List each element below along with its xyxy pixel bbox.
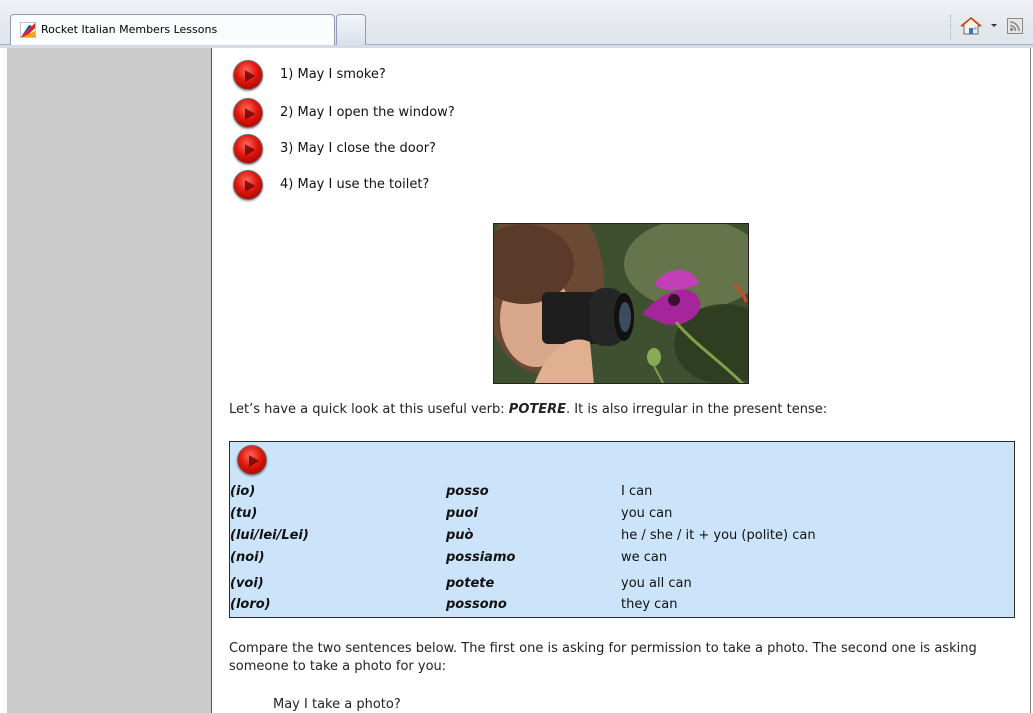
question-text: 3) May I close the door?	[280, 141, 436, 156]
intro-text-before: Let’s have a quick look at this useful v…	[229, 402, 509, 417]
translation: they can	[621, 597, 678, 612]
translation: we can	[621, 550, 668, 565]
verb-potere: POTERE	[508, 402, 567, 417]
new-tab-button[interactable]	[336, 14, 366, 45]
pronoun: (tu)	[230, 506, 258, 521]
tab-rocket-italian[interactable]: Rocket Italian Members Lessons	[10, 14, 335, 45]
question-text: 2) May I open the window?	[280, 105, 455, 120]
verb-form: possiamo	[446, 550, 516, 565]
photo-illustration	[494, 224, 748, 383]
page-left-margin	[0, 48, 7, 713]
question-text: 1) May I smoke?	[280, 67, 386, 82]
play-audio-icon[interactable]	[233, 170, 263, 200]
play-audio-icon[interactable]	[233, 60, 263, 90]
intro-paragraph: Let’s have a quick look at this useful v…	[229, 401, 1019, 419]
verb-form: potete	[446, 576, 495, 591]
verb-form: posso	[446, 484, 489, 499]
photo-woman-camera-flower	[493, 223, 749, 384]
left-sidebar	[7, 48, 212, 713]
verb-form: può	[446, 528, 474, 543]
pronoun: (lui/lei/Lei)	[230, 528, 309, 543]
pronoun: (voi)	[230, 576, 264, 591]
home-icon[interactable]	[960, 16, 982, 36]
tab-title: Rocket Italian Members Lessons	[41, 23, 218, 36]
translation: I can	[621, 484, 653, 499]
translation: you can	[621, 506, 673, 521]
conjugation-row: (tu) puoi you can	[229, 506, 1015, 526]
example-sentence: May I take a photo?	[273, 697, 401, 712]
dropdown-arrow-icon[interactable]	[989, 20, 999, 30]
pronoun: (noi)	[230, 550, 265, 565]
conjugation-row: (voi) potete you all can	[229, 576, 1015, 596]
pronoun: (loro)	[230, 597, 271, 612]
play-audio-icon[interactable]	[237, 445, 267, 475]
conjugation-row: (loro) possono they can	[229, 597, 1015, 617]
conjugation-row: (lui/lei/Lei) può he / she / it + you (p…	[229, 528, 1015, 548]
conjugation-row: (io) posso I can	[229, 484, 1015, 504]
toolbar-separator	[950, 15, 952, 39]
play-audio-icon[interactable]	[233, 98, 263, 128]
feeds-icon[interactable]	[1007, 18, 1023, 34]
question-text: 4) May I use the toilet?	[280, 177, 430, 192]
intro-text-after: . It is also irregular in the present te…	[566, 402, 828, 417]
rocket-favicon	[20, 22, 36, 38]
translation: you all can	[621, 576, 692, 591]
pronoun: (io)	[230, 484, 256, 499]
translation: he / she / it + you (polite) can	[621, 528, 816, 543]
play-audio-icon[interactable]	[233, 134, 263, 164]
compare-paragraph: Compare the two sentences below. The fir…	[229, 641, 977, 674]
verb-form: possono	[446, 597, 507, 612]
conjugation-row: (noi) possiamo we can	[229, 550, 1015, 570]
verb-form: puoi	[446, 506, 478, 521]
